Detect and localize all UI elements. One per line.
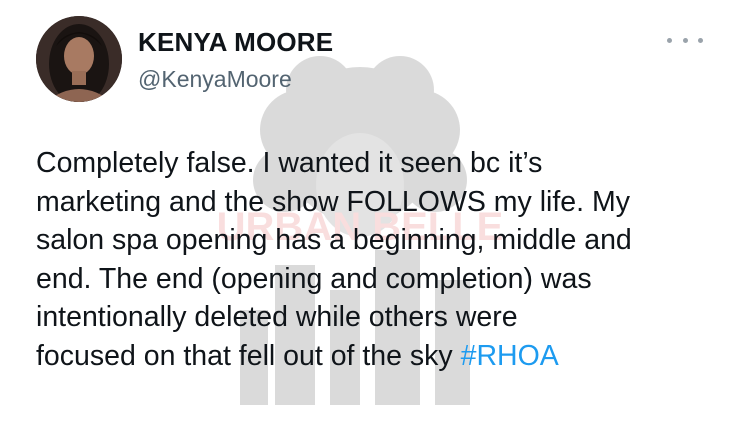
tweet-line: Completely false. I wanted it seen bc it… [36,147,543,179]
display-name[interactable]: KENYA MOORE [138,26,333,58]
more-horizontal-icon [667,37,672,43]
tweet-line: focused on that fell out of the sky [36,339,461,372]
tweet-line: intentionally deleted while others were [36,301,518,333]
tweet-header: KENYA MOORE @KenyaMoore [138,26,333,94]
tweet-line: end. The end (opening and completion) wa… [36,262,592,295]
tweet-line: marketing and the show FOLLOWS my life. … [36,185,630,218]
tweet-card: URBAN BELLE KENYA MOORE @KenyaMoore Comp… [0,0,739,427]
user-handle[interactable]: @KenyaMoore [138,64,333,94]
more-horizontal-icon-dot [698,37,703,43]
more-horizontal-icon-dot [682,37,688,43]
hashtag-link[interactable]: #RHOA [461,340,559,372]
tweet-line: salon spa opening has a beginning, middl… [36,224,632,256]
avatar[interactable] [36,16,122,102]
more-options-button[interactable] [667,30,703,50]
tweet-text: Completely false. I wanted it seen bc it… [36,144,716,375]
avatar-image [36,16,122,102]
